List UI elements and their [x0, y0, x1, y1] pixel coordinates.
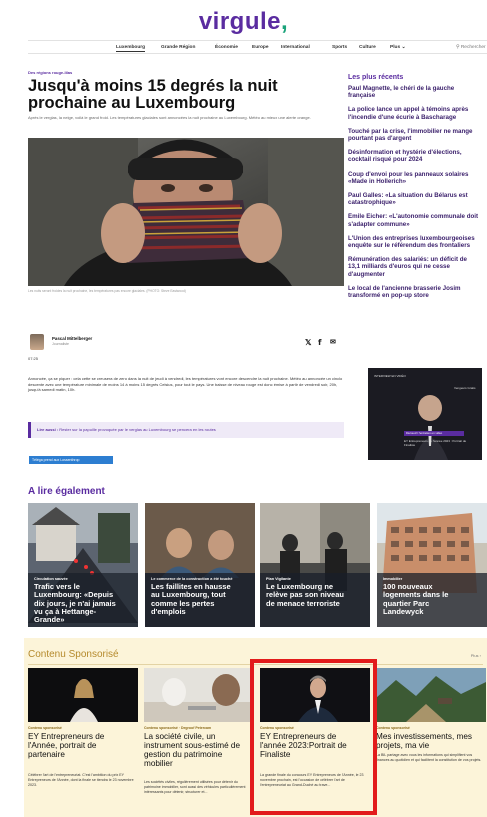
sponsored-card[interactable]: Contenu sponsorisé Mes investissements, …	[376, 668, 486, 817]
latest-item[interactable]: Touché par la crise, l'immobilier ne man…	[348, 128, 487, 149]
sponsored-title: Contenu Sponsorisé	[28, 649, 119, 660]
read-also-box[interactable]: Lire aussi : Rester sur la papuille prov…	[28, 422, 344, 438]
article-title: Jusqu'à moins 15 degrés la nuit prochain…	[28, 77, 278, 112]
latest-item[interactable]: L'Union des entreprises luxembourgeoises…	[348, 235, 487, 256]
video-label: Vengeurs Gratis	[454, 386, 476, 390]
card-kicker: Immobilier	[383, 577, 403, 581]
latest-list: Paul Magnette, le chéri de la gauche fra…	[348, 85, 487, 306]
article-hero-image	[28, 138, 344, 286]
latest-item[interactable]: Coup d'envoi pour les panneaux solaires …	[348, 171, 487, 192]
image-caption: Les nuits seront froides la nuit prochai…	[28, 289, 186, 293]
nav-item-economie[interactable]: Économie	[215, 45, 238, 50]
sponsored-label: Contenu sponsorisé · Degroof Petercam	[144, 726, 212, 730]
sponsored-headline: Mes investissements, mes projets, ma vie	[376, 732, 473, 750]
read-also-link[interactable]: Rester sur la papuille provoquée par le …	[59, 427, 216, 432]
facebook-icon[interactable]: f	[318, 339, 321, 347]
search-link[interactable]: ⚲ Rechercher	[456, 45, 486, 50]
video-promo[interactable]: INTERVIEW EN VIDÉO Vengeurs Gratis Décou…	[368, 368, 482, 460]
card-kicker: Le commerce de la construction a été tou…	[151, 577, 233, 581]
nav-item-europe[interactable]: Europe	[252, 45, 269, 50]
nav-item-luxembourg[interactable]: Luxembourg	[116, 45, 146, 52]
card-title: 100 nouveaux logements dans le quartier …	[383, 582, 449, 616]
sponsored-card[interactable]: Contenu sponsorisé · Degroof Petercam La…	[144, 668, 254, 817]
card-title: Trafic vers le Luxembourg: «Depuis dix j…	[34, 582, 116, 625]
nav-item-culture[interactable]: Culture	[359, 45, 376, 50]
article-kicker: Des régions rouge-lilas	[28, 70, 73, 75]
video-tag: INTERVIEW EN VIDÉO	[374, 374, 406, 378]
latest-item[interactable]: Le local de l'ancienne brasserie Josim t…	[348, 285, 487, 306]
sponsored-image	[144, 668, 254, 722]
latest-item[interactable]: La police lance un appel à témoins après…	[348, 106, 487, 127]
sponsored-excerpt: Célébrer l'art de l'entrepreneuriat. C'e…	[28, 773, 134, 787]
article-time: 07:25	[28, 356, 39, 361]
read-also-label: Lire aussi :	[37, 427, 59, 432]
email-icon[interactable]: ✉	[330, 339, 336, 347]
latest-item[interactable]: Paul Galles: «La situation du Bélarus es…	[348, 192, 487, 213]
sponsored-label: Contenu sponsorisé	[376, 726, 410, 730]
read-more-card[interactable]: Plan Vigilante Le Luxembourg ne relève p…	[260, 503, 370, 627]
sponsored-image	[376, 668, 486, 722]
hero-photo	[28, 138, 344, 286]
main-nav: Luxembourg Grande Région Économie Europe…	[28, 40, 487, 54]
article-body: Annoncée, ça se piquer : cela cette se c…	[28, 376, 343, 393]
latest-item[interactable]: Rémunération des salariés: un déficit de…	[348, 256, 487, 285]
sponsored-excerpt: Les sociétés civiles, régulièrement util…	[144, 780, 246, 794]
sponsored-excerpt: La BIL partage avec vous les information…	[376, 753, 482, 762]
author-role: Journaliste	[52, 342, 69, 346]
nav-item-more[interactable]: Plus ⌄	[390, 45, 405, 50]
card-kicker: Plan Vigilante	[266, 577, 291, 581]
nav-item-international[interactable]: International	[281, 45, 310, 50]
read-more-title: A lire également	[28, 486, 105, 497]
video-title: EY Entrepreneurs de l'année 2023 : Portr…	[404, 439, 467, 447]
sponsored-label: Contenu sponsorisé	[28, 726, 62, 730]
follow-button[interactable]: Téléga prend aux Lossenthrop	[29, 456, 113, 464]
twitter-icon[interactable]: 𝕏	[305, 339, 311, 347]
card-kicker: Circulation sauvée	[34, 577, 68, 581]
latest-item[interactable]: Désinformation et hystérie d'élections, …	[348, 149, 487, 170]
video-badge: Découvrir l'entretien en vidéo	[404, 431, 464, 436]
latest-item[interactable]: Paul Magnette, le chéri de la gauche fra…	[348, 85, 487, 106]
logo-text: virgule	[198, 8, 282, 35]
photo-meeting	[144, 668, 254, 722]
read-more-card[interactable]: Le commerce de la construction a été tou…	[145, 503, 255, 627]
card-title: Le Luxembourg ne relève pas son niveau d…	[266, 582, 344, 608]
sponsored-image	[28, 668, 138, 722]
logo-dot: ,	[281, 8, 289, 35]
nav-item-grande-region[interactable]: Grande Région	[161, 45, 195, 50]
read-more-card[interactable]: Circulation sauvée Trafic vers le Luxemb…	[28, 503, 138, 627]
site-logo[interactable]: virgule,	[0, 8, 487, 36]
nav-item-sports[interactable]: Sports	[332, 45, 347, 50]
author-avatar[interactable]	[30, 334, 44, 350]
author-name[interactable]: Pascal Mittelberger	[52, 336, 92, 341]
article-lead: Après le verglas, la neige, voilà le gra…	[28, 115, 311, 120]
card-title: Les faillites en hausse au Luxembourg, t…	[151, 582, 231, 616]
sponsored-headline: EY Entrepreneurs de l'Année, portrait de…	[28, 732, 105, 759]
photo-landscape	[376, 668, 486, 722]
sponsored-card[interactable]: Contenu sponsorisé EY Entrepreneurs de l…	[28, 668, 138, 817]
read-more-card[interactable]: Immobilier 100 nouveaux logements dans l…	[377, 503, 487, 627]
highlight-box	[250, 659, 377, 815]
sponsored-headline: La société civile, un instrument sous-es…	[144, 732, 241, 768]
portrait-woman	[28, 668, 138, 722]
latest-item[interactable]: Émile Eicher: «L'autonomie communale doi…	[348, 213, 487, 234]
card-image-soldiers	[260, 503, 370, 627]
latest-title: Les plus récents	[348, 74, 404, 81]
sponsored-more-link[interactable]: Plus ›	[471, 653, 481, 658]
